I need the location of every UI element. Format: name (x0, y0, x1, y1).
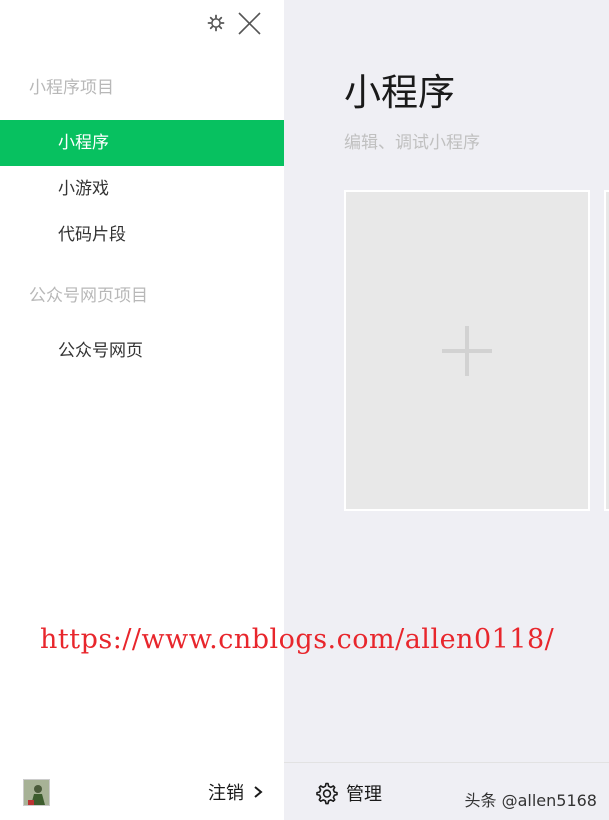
page-title: 小程序 (344, 71, 455, 114)
manage-label: 管理 (346, 784, 382, 805)
project-card-partial[interactable] (604, 190, 609, 511)
logout-button[interactable]: 注销 (208, 779, 263, 805)
gear-icon[interactable] (207, 14, 225, 32)
sidebar-item-miniprogram[interactable]: 小程序 (0, 120, 284, 166)
gear-icon (316, 782, 338, 805)
chevron-right-icon (254, 786, 263, 798)
watermark-url: https://www.cnblogs.com/allen0118/ (40, 624, 555, 655)
avatar[interactable] (23, 779, 50, 806)
section-title-official-account: 公众号网页项目 (29, 286, 148, 306)
corner-credit: 头条 @allen5168 (464, 791, 598, 810)
sidebar-item-official-webpage[interactable]: 公众号网页 (0, 328, 284, 374)
sidebar-item-minigame[interactable]: 小游戏 (0, 166, 284, 212)
new-project-card[interactable] (344, 190, 590, 511)
sidebar-item-code-snippet[interactable]: 代码片段 (0, 212, 284, 258)
section-title-miniprogram: 小程序项目 (29, 78, 114, 98)
page-subtitle: 编辑、调试小程序 (344, 133, 480, 153)
main-footer: 管理 头条 @allen5168 (284, 762, 609, 820)
manage-button[interactable]: 管理 (314, 780, 382, 806)
close-icon[interactable] (237, 11, 262, 36)
logout-label: 注销 (208, 783, 244, 804)
sidebar: 小程序项目 小程序 小游戏 代码片段 公众号网页项目 公众号网页 注销 (0, 0, 284, 820)
plus-icon (442, 326, 492, 376)
